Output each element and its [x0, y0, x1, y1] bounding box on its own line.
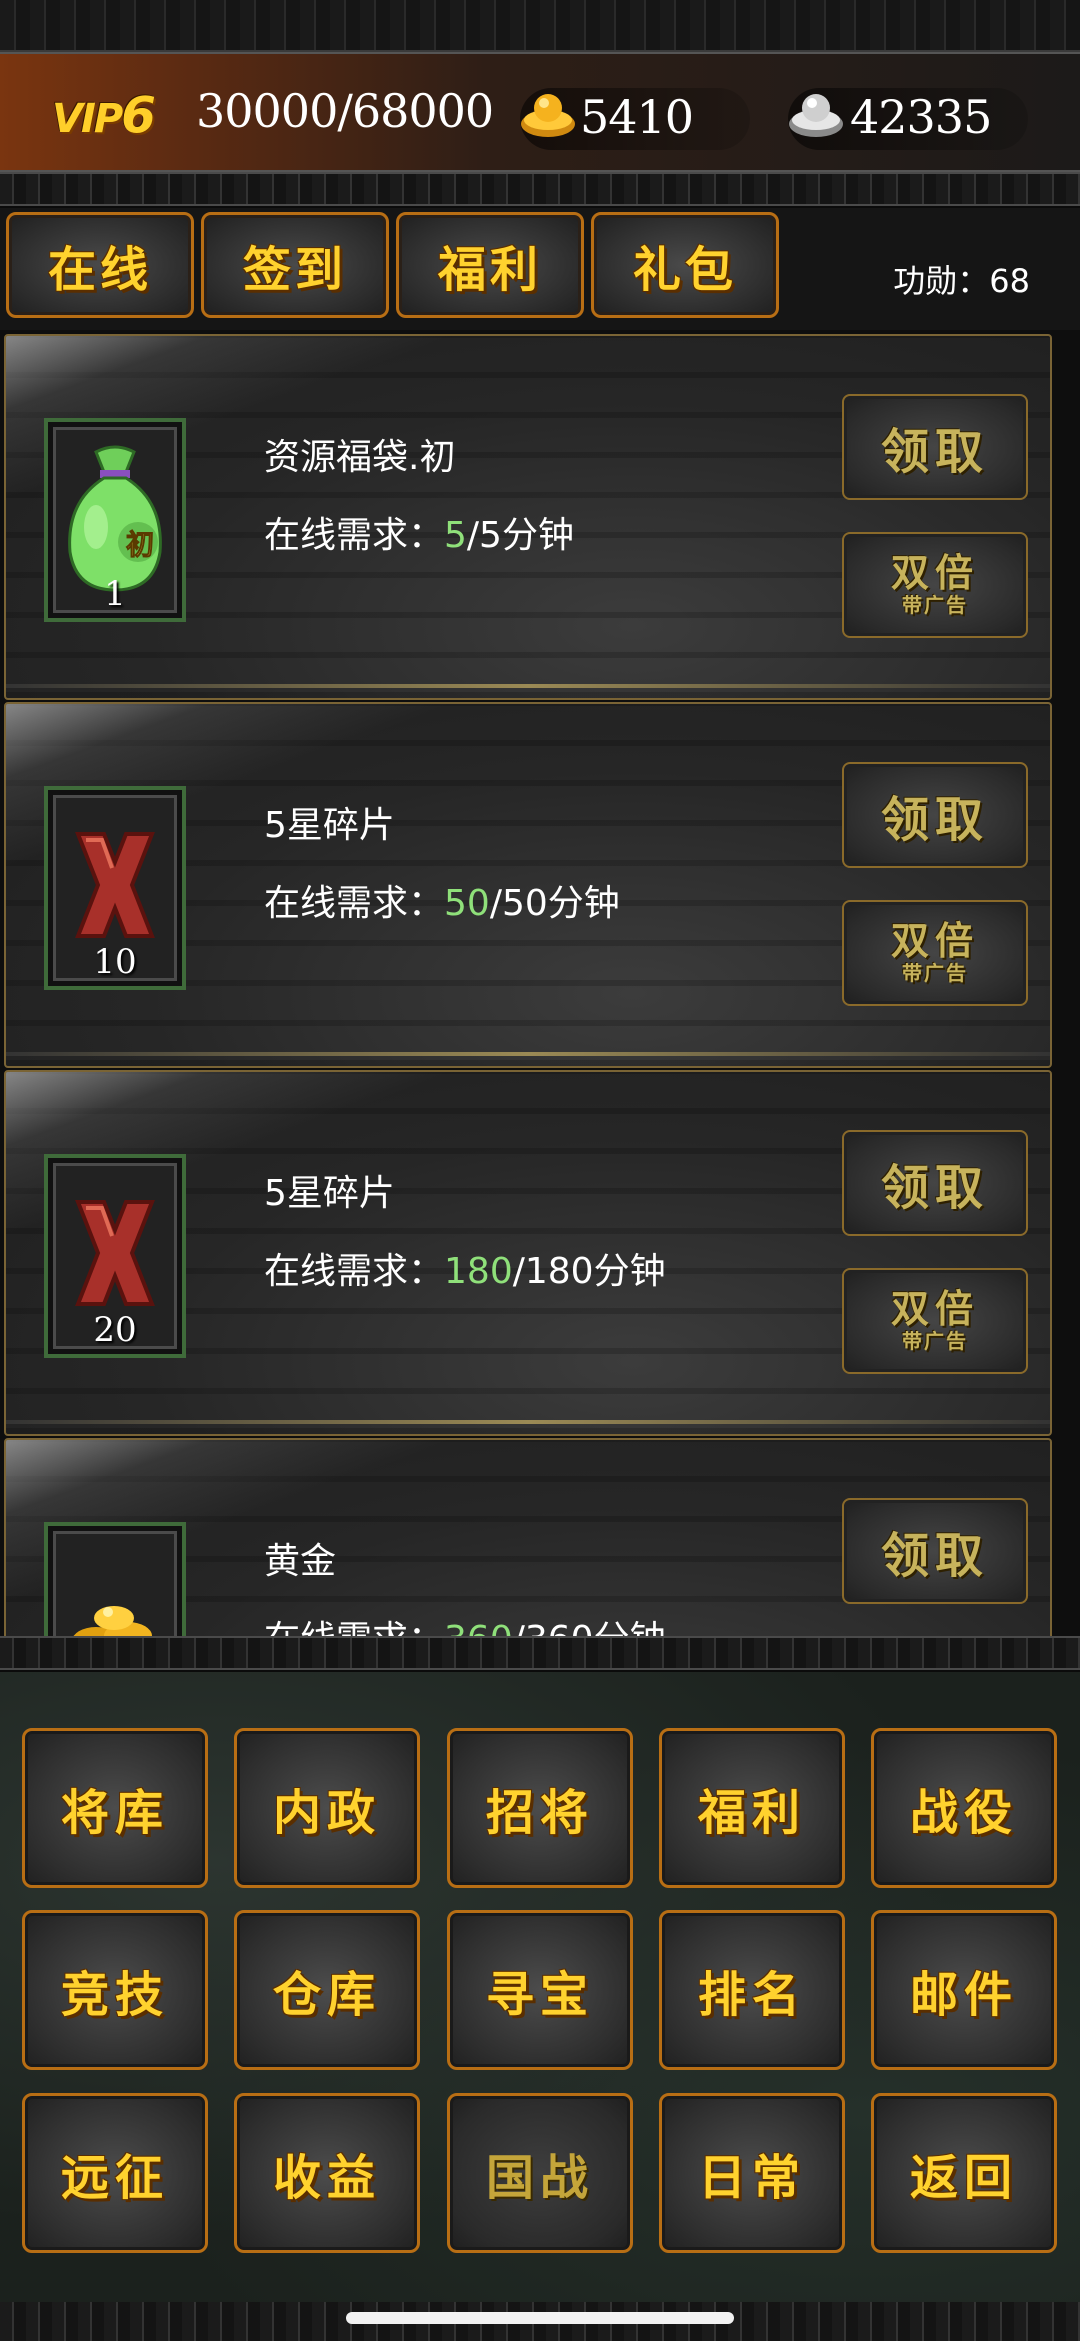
pattern-divider — [0, 172, 1080, 206]
claim-button[interactable]: 领取 — [842, 394, 1028, 500]
tab-welfare[interactable]: 福利 — [396, 212, 584, 318]
reward-list[interactable]: 初 1 资源福袋.初 在线需求：5/5分钟 领取 双倍 带广告 10 5星碎片 在… — [0, 330, 1080, 1636]
menu-arena[interactable]: 竞技 — [22, 1910, 208, 2070]
menu-national-war[interactable]: 国战 — [447, 2093, 633, 2253]
menu-expedition[interactable]: 远征 — [22, 2093, 208, 2253]
gold-icon — [73, 1606, 152, 1636]
item-name: 资源福袋.初 — [264, 437, 456, 478]
claim-button[interactable]: 领取 — [842, 762, 1028, 868]
reward-card: 10 5星碎片 在线需求：50/50分钟 领取 双倍 带广告 — [4, 702, 1052, 1068]
menu-ranking[interactable]: 排名 — [659, 1910, 845, 2070]
reward-card: 黄金 在线需求：360/360分钟 领取 — [4, 1438, 1052, 1636]
vip-badge: VIP6 — [52, 86, 156, 144]
item-slot[interactable]: 初 1 — [44, 418, 186, 622]
double-reward-button[interactable]: 双倍 带广告 — [842, 900, 1028, 1006]
item-name: 黄金 — [264, 1541, 337, 1582]
item-count: 10 — [93, 942, 137, 982]
item-name: 5星碎片 — [264, 805, 395, 846]
silver-ingot-icon — [789, 94, 843, 137]
menu-back[interactable]: 返回 — [871, 2093, 1057, 2253]
item-slot[interactable]: 10 — [44, 786, 186, 990]
tab-checkin[interactable]: 签到 — [201, 212, 389, 318]
item-slot[interactable]: 20 — [44, 1154, 186, 1358]
top-border — [0, 0, 1080, 52]
tab-giftpack[interactable]: 礼包 — [591, 212, 779, 318]
resource-bar: VIP6 30000/68000 5410 42335 — [0, 52, 1080, 172]
gold-value: 5410 — [580, 90, 694, 144]
double-reward-button[interactable]: 双倍 带广告 — [842, 532, 1028, 638]
menu-daily[interactable]: 日常 — [659, 2093, 845, 2253]
menu-treasure[interactable]: 寻宝 — [447, 1910, 633, 2070]
item-requirement: 在线需求：180/180分钟 — [264, 1251, 666, 1292]
item-count: 20 — [93, 1310, 137, 1350]
item-slot[interactable] — [44, 1522, 186, 1636]
double-reward-button[interactable]: 双倍 带广告 — [842, 1268, 1028, 1374]
item-requirement: 在线需求：360/360分钟 — [264, 1610, 666, 1636]
home-indicator[interactable] — [346, 2312, 734, 2324]
card-divider — [6, 1052, 1050, 1056]
pattern-divider — [0, 1636, 1080, 1670]
menu-mail[interactable]: 邮件 — [871, 1910, 1057, 2070]
claim-button[interactable]: 领取 — [842, 1498, 1028, 1604]
item-count: 1 — [104, 574, 126, 614]
silver-value: 42335 — [850, 90, 992, 144]
card-divider — [6, 684, 1050, 688]
menu-domestic[interactable]: 内政 — [234, 1728, 420, 1888]
card-divider — [6, 1420, 1050, 1424]
menu-recruit[interactable]: 招将 — [447, 1728, 633, 1888]
reward-card: 初 1 资源福袋.初 在线需求：5/5分钟 领取 双倍 带广告 — [4, 334, 1052, 700]
menu-welfare[interactable]: 福利 — [659, 1728, 845, 1888]
menu-campaign[interactable]: 战役 — [871, 1728, 1057, 1888]
menu-income[interactable]: 收益 — [234, 2093, 420, 2253]
item-name: 5星碎片 — [264, 1173, 395, 1214]
exp-counter: 30000/68000 — [196, 84, 494, 138]
merit-counter: 功勋：68 — [893, 262, 1030, 300]
svg-text:初: 初 — [126, 528, 154, 561]
item-requirement: 在线需求：5/5分钟 — [264, 515, 574, 556]
item-requirement: 在线需求：50/50分钟 — [264, 883, 620, 924]
gold-ingot-icon — [521, 94, 575, 137]
reward-card: 20 5星碎片 在线需求：180/180分钟 领取 双倍 带广告 — [4, 1070, 1052, 1436]
menu-warehouse[interactable]: 仓库 — [234, 1910, 420, 2070]
tab-bar: 在线 签到 福利 礼包 功勋：68 — [0, 208, 1080, 330]
claim-button[interactable]: 领取 — [842, 1130, 1028, 1236]
menu-generals[interactable]: 将库 — [22, 1728, 208, 1888]
tab-online[interactable]: 在线 — [6, 212, 194, 318]
main-menu: 将库 内政 招将 福利 战役 竞技 仓库 寻宝 排名 邮件 远征 收益 国战 日… — [0, 1672, 1080, 2302]
